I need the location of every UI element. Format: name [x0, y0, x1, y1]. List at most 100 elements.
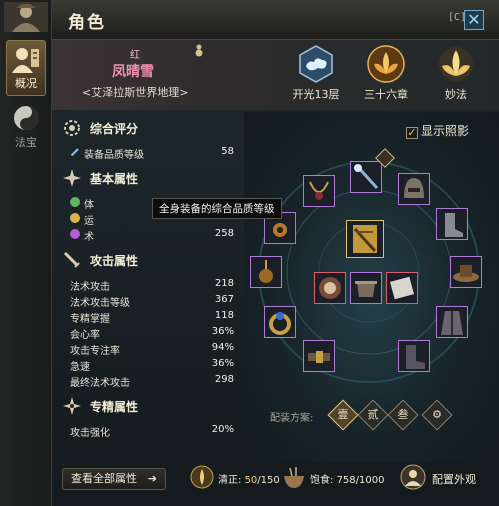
qingzheng-text: 清正: 50/150 — [218, 475, 280, 486]
compass-star-icon — [63, 397, 81, 415]
character-avatar-icon[interactable] — [4, 2, 48, 32]
mirror-icon — [319, 277, 341, 299]
rank-label: 红 — [130, 50, 140, 61]
character-window: 概况 法宝 角色 [C] ✕ 红 凤晴雪 <艾泽拉斯世界地理> 开光13层 三十… — [0, 0, 499, 506]
boot-icon — [445, 213, 463, 237]
stat-value: 20% — [211, 424, 234, 435]
stat-row: 攻击强化 20% — [70, 424, 234, 439]
cauldron-icon — [355, 281, 377, 297]
show-skin-toggle[interactable]: ✓ 显示照影 — [406, 122, 469, 139]
stat-value: 118 — [214, 310, 234, 321]
equip-slot-pendant[interactable] — [250, 256, 282, 288]
tab-overview[interactable]: 概况 — [6, 40, 46, 96]
tab-overview-label: 概况 — [15, 77, 37, 90]
luck-icon — [70, 213, 80, 223]
stat-value: 298 — [214, 374, 234, 385]
equip-slot-belt[interactable] — [303, 340, 335, 372]
food-bowl-icon — [284, 467, 304, 488]
staff-icon — [354, 164, 379, 190]
stat-key: 装备品质等级 — [84, 150, 144, 161]
overview-icon — [12, 48, 39, 73]
taiji-icon — [14, 106, 38, 130]
view-all-label: 查看全部属性 — [71, 472, 137, 485]
tab-treasure-label: 法宝 — [15, 136, 37, 149]
configure-appearance-label: 配置外观 — [432, 473, 476, 486]
section-basic-title: 基本属性 — [90, 172, 139, 186]
gourd-icon[interactable] — [192, 43, 206, 57]
stat-key: 专精掌握 — [70, 314, 110, 325]
show-skin-label: 显示照影 — [421, 124, 470, 138]
equip-slot-scroll[interactable] — [386, 272, 418, 304]
section-special: 专精属性 — [62, 396, 240, 416]
stat-key: 体 — [84, 200, 94, 211]
equip-slot-staff[interactable] — [350, 161, 382, 193]
scroll-icon — [390, 276, 414, 300]
badge-kaiguang[interactable]: 开光13层 — [286, 44, 346, 102]
stat-key: 术 — [84, 232, 94, 243]
stat-row: 最终法术攻击 298 — [70, 374, 234, 389]
lotus-emblem-icon — [367, 45, 405, 83]
view-all-attributes-button[interactable]: 查看全部属性 ➔ — [62, 468, 166, 490]
loadout-label: 配装方案: — [270, 413, 314, 424]
boot-icon — [406, 345, 425, 369]
stat-row: 会心率 36% — [70, 326, 234, 341]
equip-slot-robe[interactable] — [436, 306, 468, 338]
stat-row: 急速 36% — [70, 358, 234, 373]
sword-icon — [63, 251, 80, 268]
qingzheng-current: 50 — [244, 475, 258, 486]
stat-value: 218 — [214, 278, 234, 289]
quality-wand-icon — [70, 148, 79, 157]
stat-key: 最终法术攻击 — [70, 378, 130, 389]
window-title: 角色 — [68, 13, 106, 33]
stat-row: 攻击专注率 94% — [70, 342, 234, 357]
magic-icon — [70, 229, 80, 239]
gear-icon: ⚙ — [432, 408, 442, 421]
badge-chapter[interactable]: 三十六章 — [356, 44, 416, 102]
close-button[interactable]: ✕ — [464, 10, 484, 30]
robe-icon — [441, 311, 463, 335]
stat-value: 36% — [211, 326, 234, 337]
lotus-badge-icon — [190, 465, 214, 489]
section-special-title: 专精属性 — [90, 400, 139, 414]
equip-slot-book[interactable] — [346, 220, 384, 258]
stat-value: 94% — [211, 342, 234, 353]
configure-appearance-button[interactable]: 配置外观 — [400, 462, 490, 494]
equip-slot-ring[interactable] — [264, 306, 296, 338]
section-basic: 基本属性 — [62, 168, 240, 188]
equip-slot-mirror[interactable] — [314, 272, 346, 304]
baoshi-text: 饱食: 758/1000 — [310, 475, 385, 486]
equip-slot-boots-alt[interactable] — [436, 208, 468, 240]
close-icon: ✕ — [467, 10, 481, 29]
character-name: 凤晴雪 — [112, 64, 154, 80]
equip-slot-helmet[interactable] — [398, 173, 430, 205]
equip-slot-hat[interactable] — [450, 256, 482, 288]
stat-value: 58 — [221, 146, 234, 157]
gear-icon — [64, 120, 80, 136]
section-overall-title: 综合评分 — [90, 122, 139, 136]
compass-star-icon — [63, 169, 81, 187]
stat-row: 装备品质等级 58 — [70, 146, 234, 161]
lotus-light-icon — [439, 47, 473, 81]
scripture-book-icon — [353, 225, 377, 253]
arrow-right-icon: ➔ — [147, 472, 157, 485]
tab-treasure[interactable]: 法宝 — [6, 100, 46, 156]
body-icon — [70, 197, 80, 207]
equip-slot-cauldron[interactable] — [350, 272, 382, 304]
badge-chapter-label: 三十六章 — [364, 88, 408, 101]
qingzheng-max: /150 — [257, 475, 280, 486]
stat-value: 36% — [211, 358, 234, 369]
equip-slot-necklace[interactable] — [303, 175, 335, 207]
character-banner: 红 凤晴雪 <艾泽拉斯世界地理> 开光13层 三十六章 妙法 — [52, 40, 499, 110]
stat-key: 法术攻击 — [70, 282, 110, 293]
cloud-emblem-icon — [299, 45, 333, 83]
badge-miaofa[interactable]: 妙法 — [426, 44, 486, 102]
necklace-icon — [309, 181, 329, 200]
stat-key: 会心率 — [70, 330, 100, 341]
pendant-icon — [259, 260, 273, 283]
stat-key: 攻击专注率 — [70, 346, 120, 357]
show-skin-checkbox[interactable]: ✓ — [406, 127, 418, 139]
stat-key: 运 — [84, 216, 94, 227]
equip-slot-boots[interactable] — [398, 340, 430, 372]
section-attack-title: 攻击属性 — [90, 254, 139, 268]
stat-row: 法术攻击 218 — [70, 278, 234, 293]
